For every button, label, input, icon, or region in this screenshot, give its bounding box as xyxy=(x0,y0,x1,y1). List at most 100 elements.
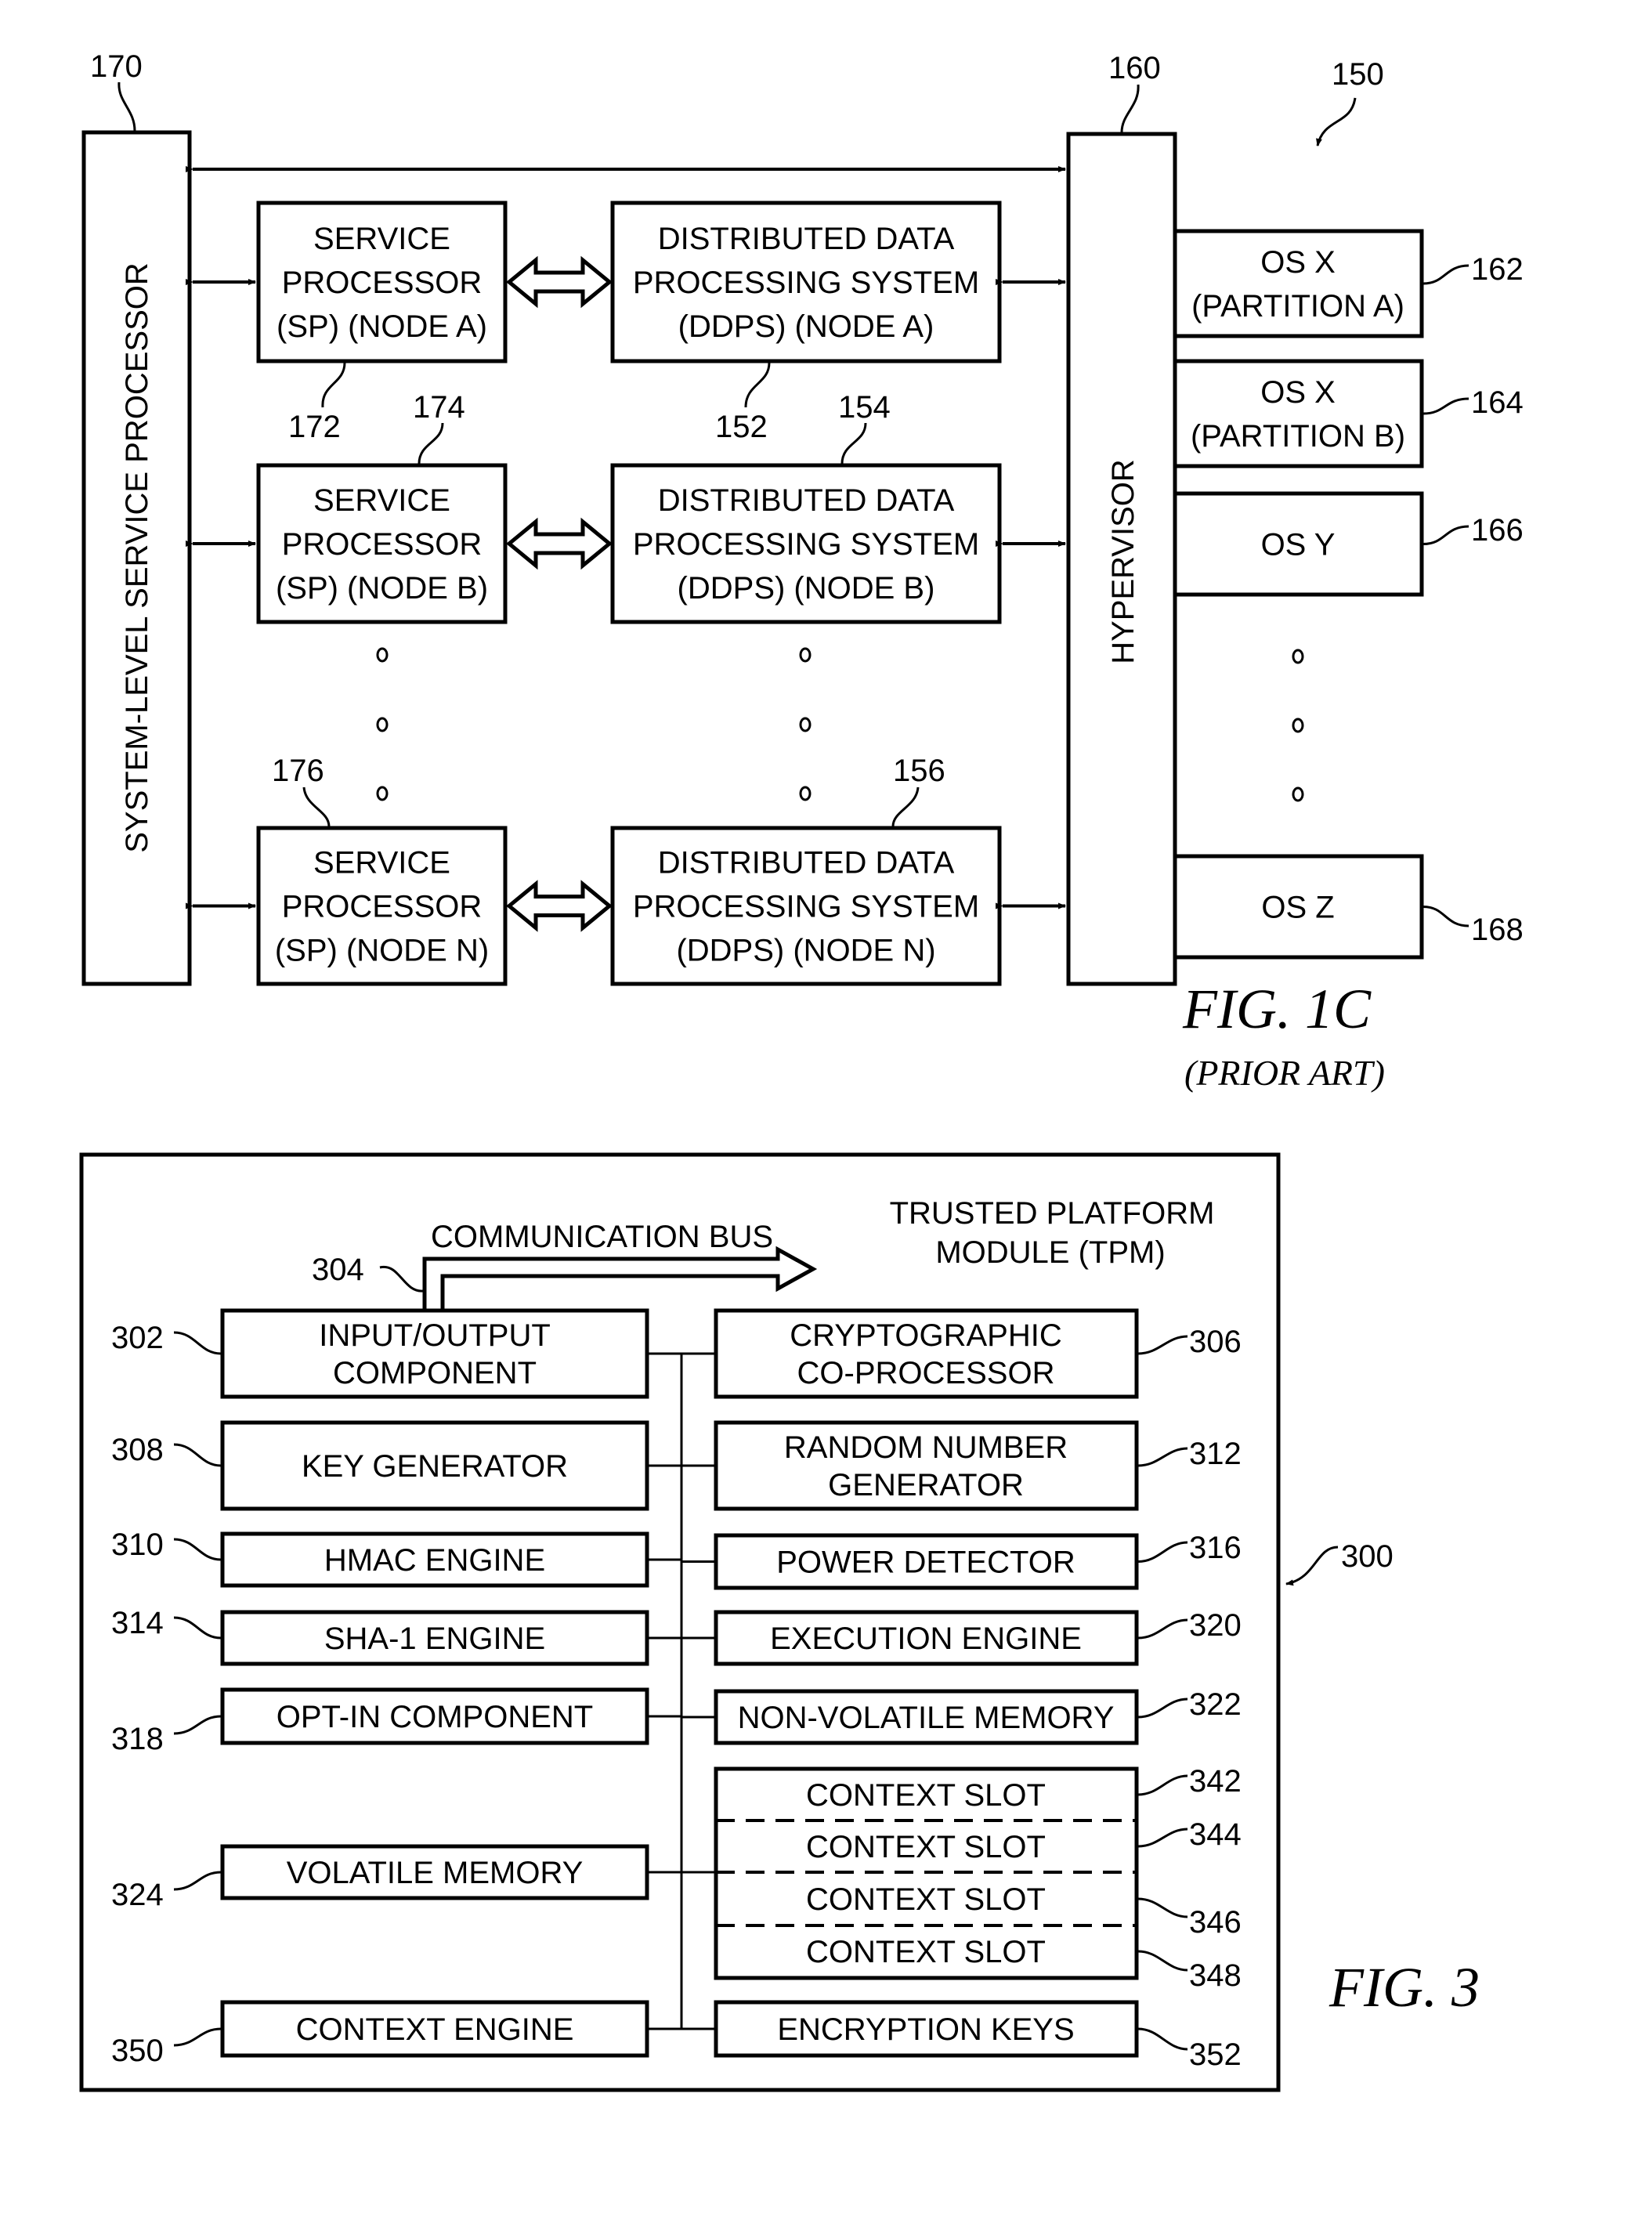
component-label: EXECUTION ENGINE xyxy=(770,1622,1082,1656)
ref-partition: 166 xyxy=(1471,513,1524,548)
ddps-label: DISTRIBUTED DATA xyxy=(658,222,955,256)
service-processor-label: (SP) (NODE A) xyxy=(277,309,487,344)
tpm-label-line1: TRUSTED PLATFORM xyxy=(890,1196,1215,1231)
ddps-label: PROCESSING SYSTEM xyxy=(633,266,979,300)
component-label: ENCRYPTION KEYS xyxy=(777,2012,1074,2047)
dot xyxy=(376,786,389,801)
ref-component: 312 xyxy=(1189,1437,1242,1471)
fig-1c-title: FIG. 1C xyxy=(1182,978,1372,1040)
ref-component: 310 xyxy=(111,1528,164,1562)
dot xyxy=(376,647,389,663)
os-partitions: OS X (PARTITION A) 162 OS X (PARTITION B) 164… xyxy=(1173,229,1524,960)
os-partition: OS Y 166 xyxy=(1173,491,1524,597)
fig-3-title: FIG. 3 xyxy=(1328,1956,1480,2019)
ref-component: 324 xyxy=(111,1878,164,1912)
context-slot-label: CONTEXT SLOT xyxy=(806,1882,1046,1917)
ddps-label: PROCESSING SYSTEM xyxy=(633,527,979,562)
leader-152 xyxy=(744,362,771,408)
component-label: KEY GENERATOR xyxy=(302,1449,568,1484)
dot xyxy=(1292,786,1304,802)
component-label: SHA-1 ENGINE xyxy=(324,1622,545,1656)
ref-partition: 162 xyxy=(1471,252,1524,287)
leader-174 xyxy=(418,422,444,465)
ref-156: 156 xyxy=(893,754,945,788)
dot xyxy=(799,786,812,801)
os-partition-label: OS Y xyxy=(1261,528,1336,562)
ref-context-slot: 342 xyxy=(1189,1764,1242,1799)
service-processor-label: SERVICE xyxy=(313,222,450,256)
ref-170: 170 xyxy=(90,49,143,84)
ref-150: 150 xyxy=(1332,57,1384,92)
leader-156 xyxy=(891,786,920,827)
leader-170 xyxy=(117,81,136,132)
dot xyxy=(376,717,389,732)
system-level-service-processor: SYSTEM-LEVEL SERVICE PROCESSOR 170 xyxy=(81,49,192,986)
sp-ddps-wide-arrow xyxy=(506,255,613,309)
ref-304: 304 xyxy=(312,1253,364,1287)
os-partition: OS Z 168 xyxy=(1173,854,1524,960)
ref-176: 176 xyxy=(272,754,324,788)
service-processor-label: PROCESSOR xyxy=(282,527,483,562)
ref-component: 302 xyxy=(111,1321,164,1355)
leader-176 xyxy=(302,786,331,827)
ref-component: 352 xyxy=(1189,2037,1242,2072)
fig-1c: SYSTEM-LEVEL SERVICE PROCESSOR 170 HYPER… xyxy=(81,49,1524,1093)
sp-ddps-wide-arrow xyxy=(506,517,613,570)
ref-160: 160 xyxy=(1108,51,1161,85)
hypervisor: HYPERVISOR 160 xyxy=(1066,51,1177,986)
os-partition-label: (PARTITION A) xyxy=(1191,289,1404,324)
partition-leader xyxy=(1422,525,1469,545)
component-label: INPUT/OUTPUT xyxy=(319,1318,551,1353)
ref-174: 174 xyxy=(413,390,465,425)
node-row: SERVICE PROCESSOR (SP) (NODE B) DISTRIBUTED… xyxy=(186,463,1066,624)
node-rows: SERVICE PROCESSOR (SP) (NODE A) DISTRIBUTED… xyxy=(186,201,1066,986)
node-row: SERVICE PROCESSOR (SP) (NODE A) DISTRIBUTED… xyxy=(186,201,1066,363)
partition-leader xyxy=(1422,397,1469,415)
ref-172: 172 xyxy=(288,410,341,444)
ref-component: 322 xyxy=(1189,1687,1242,1722)
ref-300: 300 xyxy=(1341,1539,1394,1574)
service-processor-label: PROCESSOR xyxy=(282,266,483,300)
ref-component: 320 xyxy=(1189,1608,1242,1643)
ddps-label: (DDPS) (NODE A) xyxy=(678,309,934,344)
component-label: VOLATILE MEMORY xyxy=(287,1856,584,1890)
ref-context-slot: 344 xyxy=(1189,1817,1242,1852)
ref-152: 152 xyxy=(715,410,768,444)
os-partition: OS X (PARTITION A) 162 xyxy=(1173,229,1524,338)
ref-154: 154 xyxy=(838,390,891,425)
ddps-label: DISTRIBUTED DATA xyxy=(658,846,955,880)
service-processor-label: (SP) (NODE B) xyxy=(276,571,488,606)
node-row: SERVICE PROCESSOR (SP) (NODE N) DISTRIBUTED… xyxy=(186,826,1066,986)
service-processor-label: (SP) (NODE N) xyxy=(275,934,489,968)
service-processor-label: PROCESSOR xyxy=(282,890,483,924)
os-partition: OS X (PARTITION B) 164 xyxy=(1173,359,1524,468)
ddps-label: DISTRIBUTED DATA xyxy=(658,483,955,518)
component-label: POWER DETECTOR xyxy=(776,1546,1075,1580)
component-label: CRYPTOGRAPHIC xyxy=(790,1318,1061,1353)
ddps-label: (DDPS) (NODE B) xyxy=(678,571,935,606)
ref-context-slot: 346 xyxy=(1189,1905,1242,1940)
system-level-sp-label: SYSTEM-LEVEL SERVICE PROCESSOR xyxy=(120,262,154,853)
component-label: RANDOM NUMBER xyxy=(784,1430,1068,1465)
leader-154 xyxy=(840,422,867,465)
ref-component: 318 xyxy=(111,1722,164,1756)
ddps-label: PROCESSING SYSTEM xyxy=(633,890,979,924)
service-processor-label: SERVICE xyxy=(313,846,450,880)
ref-partition: 164 xyxy=(1471,385,1524,420)
ref-component: 316 xyxy=(1189,1531,1242,1565)
dot xyxy=(1292,718,1304,733)
component-label: CO-PROCESSOR xyxy=(797,1356,1055,1390)
context-slot-label: CONTEXT SLOT xyxy=(806,1830,1046,1864)
bus-label: COMMUNICATION BUS xyxy=(431,1220,773,1254)
ref-component: 308 xyxy=(111,1433,164,1467)
ddps-label: (DDPS) (NODE N) xyxy=(676,934,935,968)
leader-300-arrow xyxy=(1285,1546,1339,1586)
fig-1c-subtitle: (PRIOR ART) xyxy=(1184,1053,1385,1093)
context-slot-label: CONTEXT SLOT xyxy=(806,1935,1046,1969)
component-label: CONTEXT ENGINE xyxy=(296,2012,574,2047)
sp-ddps-wide-arrow xyxy=(506,880,613,932)
os-partition-label: (PARTITION B) xyxy=(1191,419,1405,454)
os-partition-label: OS X xyxy=(1260,245,1336,280)
ref-component: 350 xyxy=(111,2034,164,2068)
partition-leader xyxy=(1422,264,1469,285)
